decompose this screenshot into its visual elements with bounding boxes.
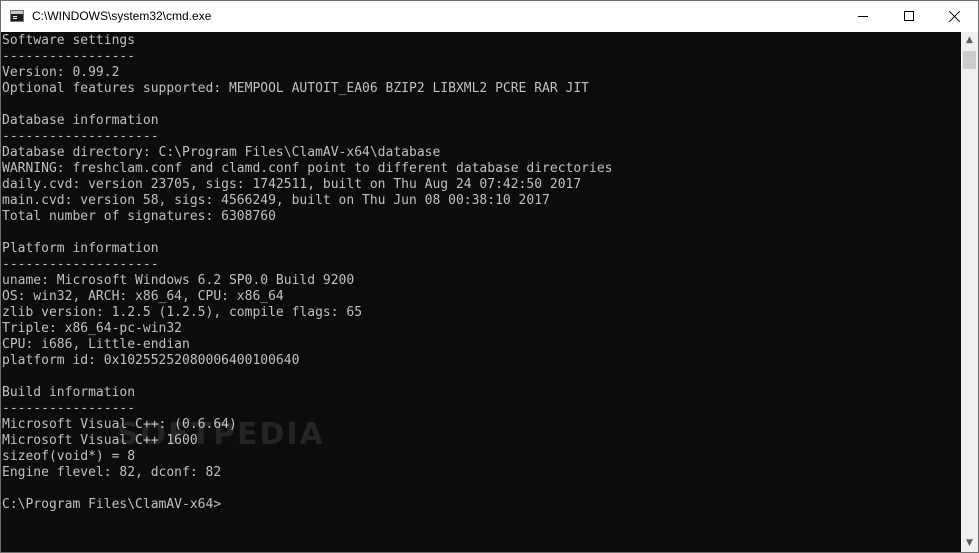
console-line: sizeof(void*) = 8: [2, 449, 136, 464]
maximize-button[interactable]: [886, 1, 932, 32]
console-line: zlib version: 1.2.5 (1.2.5), compile fla…: [2, 305, 363, 320]
minimize-button[interactable]: [840, 1, 886, 32]
console-window: C:\WINDOWS\system32\cmd.exe Software set…: [0, 0, 979, 553]
console-line: Engine flevel: 82, dconf: 82: [2, 465, 222, 480]
console-line: Build information: [2, 385, 136, 400]
console-line: Microsoft Visual C++: (0.6.64): [2, 417, 237, 432]
console-line: C:\Program Files\ClamAV-x64>: [2, 497, 222, 512]
console-line: Database information: [2, 113, 159, 128]
scroll-up-arrow-icon[interactable]: ▲: [961, 32, 978, 49]
console-line: platform id: 0x10255252080006400100640: [2, 353, 300, 368]
scroll-down-arrow-icon[interactable]: ▼: [961, 535, 978, 552]
console-line: Software settings: [2, 33, 136, 48]
console-line: CPU: i686, Little-endian: [2, 337, 190, 352]
window-title: C:\WINDOWS\system32\cmd.exe: [32, 9, 212, 23]
console-line: --------------------: [2, 129, 159, 144]
console-line: daily.cvd: version 23705, sigs: 1742511,…: [2, 177, 582, 192]
console-line: -----------------: [2, 401, 136, 416]
scroll-thumb[interactable]: [963, 51, 976, 69]
title-bar[interactable]: C:\WINDOWS\system32\cmd.exe: [1, 1, 978, 32]
console-line: main.cvd: version 58, sigs: 4566249, bui…: [2, 193, 550, 208]
console-line: Microsoft Visual C++ 1600: [2, 433, 198, 448]
console-line: uname: Microsoft Windows 6.2 SP0.0 Build…: [2, 273, 355, 288]
console-line: Total number of signatures: 6308760: [2, 209, 276, 224]
console-line: -----------------: [2, 49, 136, 64]
close-icon: [949, 11, 960, 22]
console-line: Platform information: [2, 241, 159, 256]
console-line: --------------------: [2, 257, 159, 272]
close-button[interactable]: [932, 1, 978, 32]
console-line: Optional features supported: MEMPOOL AUT…: [2, 81, 589, 96]
console-line: WARNING: freshclam.conf and clamd.conf p…: [2, 161, 613, 176]
console-line: Version: 0.99.2: [2, 65, 120, 80]
minimize-icon: [858, 16, 868, 17]
console-line: Database directory: C:\Program Files\Cla…: [2, 145, 441, 160]
vertical-scrollbar[interactable]: ▲ ▼: [961, 32, 978, 552]
console-line: Triple: x86_64-pc-win32: [2, 321, 183, 336]
console-line: OS: win32, ARCH: x86_64, CPU: x86_64: [2, 289, 284, 304]
console-lines: Software settings ----------------- Versio…: [2, 33, 612, 513]
console-icon[interactable]: [10, 10, 24, 22]
maximize-icon: [904, 11, 914, 21]
console-output[interactable]: Software settings ----------------- Versio…: [1, 32, 961, 552]
